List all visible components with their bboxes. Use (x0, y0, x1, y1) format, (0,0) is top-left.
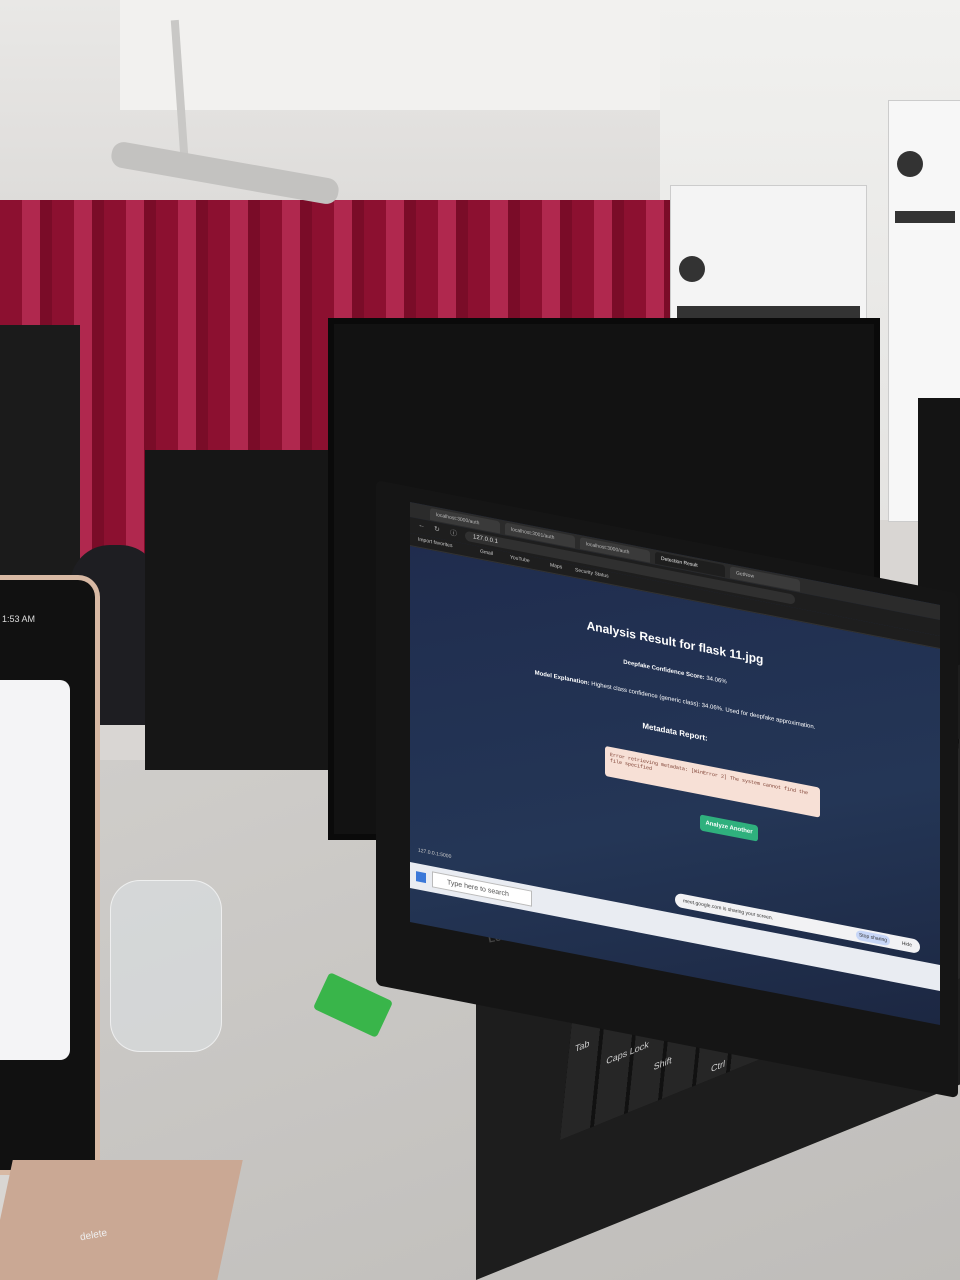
plastic-bottle (110, 880, 222, 1052)
macbook-keyboard (0, 1160, 243, 1280)
macbook-window (0, 680, 70, 1060)
explanation-label: Model Explanation: (534, 670, 590, 687)
poster-logo-icon (897, 151, 923, 177)
macbook-clock: 1:53 AM (2, 614, 36, 624)
refresh-icon[interactable]: ↻ (434, 525, 440, 534)
key-tab: Tab (574, 1037, 590, 1055)
score-value: 34.06% (706, 675, 727, 686)
score-label: Deepfake Confidence Score: (623, 659, 705, 682)
analyze-another-button[interactable]: Analyze Another (700, 814, 758, 842)
key-caps: Caps Lock (605, 1038, 650, 1067)
key-ctrl: Ctrl (710, 1058, 726, 1075)
poster-bar (677, 306, 860, 318)
taskbar-search[interactable]: Type here to search (432, 871, 532, 907)
key-shift: Shift (653, 1054, 673, 1073)
poster-logo-icon (679, 256, 705, 282)
back-icon[interactable]: ← (418, 522, 425, 530)
info-icon[interactable]: ⓘ (450, 528, 457, 539)
favorite-gmail[interactable]: Gmail (480, 549, 493, 558)
hide-button[interactable]: Hide (902, 937, 912, 953)
background-monitor-back (145, 450, 355, 770)
windows-start-icon[interactable] (416, 871, 426, 884)
stop-sharing-button[interactable]: Stop sharing (856, 929, 890, 947)
favorite-youtube[interactable]: YouTube (510, 554, 530, 564)
favorite-maps[interactable]: Maps (550, 562, 562, 570)
poster-bar (895, 211, 955, 223)
ceiling-beam (120, 0, 700, 110)
